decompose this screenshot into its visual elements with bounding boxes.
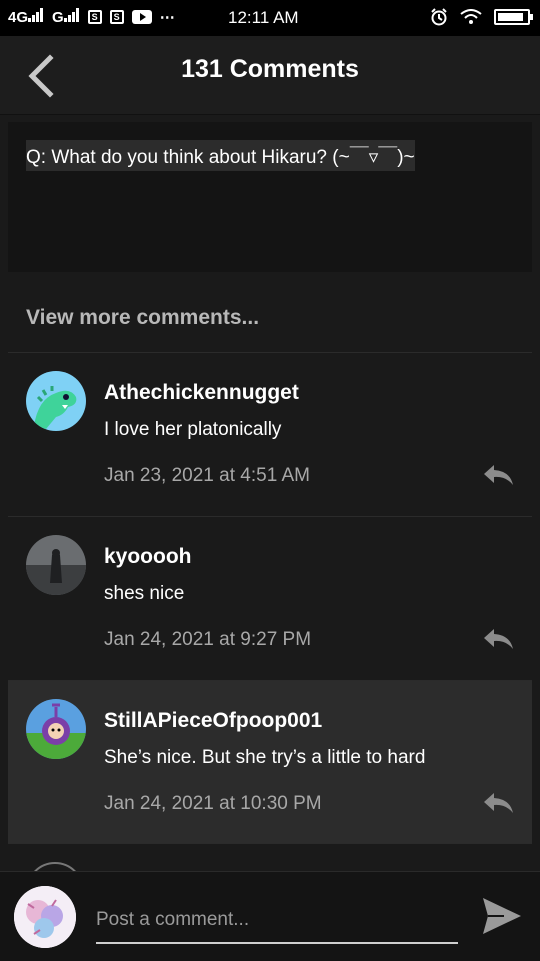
wifi-icon [460, 9, 482, 24]
comment-date: Jan 24, 2021 at 9:27 PM [104, 629, 312, 650]
avatar[interactable] [26, 699, 86, 759]
alarm-icon [431, 8, 447, 26]
comment-username[interactable]: StillAPieceOfpoop001 [104, 709, 322, 733]
notification-s-icon: S [87, 10, 102, 24]
view-more-comments-link[interactable]: View more comments... [26, 306, 259, 330]
network-4g-indicator: 4G [8, 8, 44, 26]
avatar[interactable] [26, 371, 86, 431]
page-title: 131 Comments [181, 55, 359, 83]
status-bar: 4G G S S ⋯ 12:11 AM [0, 0, 540, 36]
notification-s2-icon: S [109, 10, 124, 24]
question-card: Q: What do you think about Hikaru? (~￣▿￣… [8, 122, 532, 272]
avatar[interactable] [26, 535, 86, 595]
battery-icon [494, 9, 533, 25]
reply-icon[interactable] [482, 791, 514, 815]
comment-username[interactable]: kyooooh [104, 545, 192, 569]
comment-username[interactable]: Athechickennugget [104, 381, 299, 405]
comment-text: I love her platonically [104, 419, 282, 440]
comment-date: Jan 24, 2021 at 10:30 PM [104, 793, 322, 814]
more-notifications-icon: ⋯ [159, 9, 175, 26]
reply-icon[interactable] [482, 463, 514, 487]
comment-item: kyooooh shes nice Jan 24, 2021 at 9:27 P… [8, 516, 532, 680]
send-icon[interactable] [480, 894, 524, 938]
comment-text: She’s nice. But she try’s a little to ha… [104, 747, 426, 768]
comment-item-partial [8, 843, 532, 874]
status-right [430, 8, 533, 26]
battery-level [498, 13, 523, 21]
comments-list: Athechickennugget I love her platonicall… [8, 352, 532, 844]
status-time: 12:11 AM [228, 8, 299, 27]
comment-date: Jan 23, 2021 at 4:51 AM [104, 465, 310, 486]
comment-item: Athechickennugget I love her platonicall… [8, 352, 532, 516]
comment-text: shes nice [104, 583, 185, 604]
reply-icon[interactable] [482, 627, 514, 651]
youtube-icon [131, 10, 152, 24]
comment-item: StillAPieceOfpoop001 She’s nice. But she… [8, 680, 532, 844]
question-text: Q: What do you think about Hikaru? (~￣▿￣… [26, 140, 415, 171]
network-g-indicator: G [52, 8, 80, 26]
post-comment-input[interactable] [96, 898, 458, 944]
comment-composer [0, 871, 540, 961]
my-avatar[interactable] [14, 886, 76, 948]
status-left: 4G G S S ⋯ [8, 8, 175, 26]
header: 131 Comments [0, 36, 540, 115]
